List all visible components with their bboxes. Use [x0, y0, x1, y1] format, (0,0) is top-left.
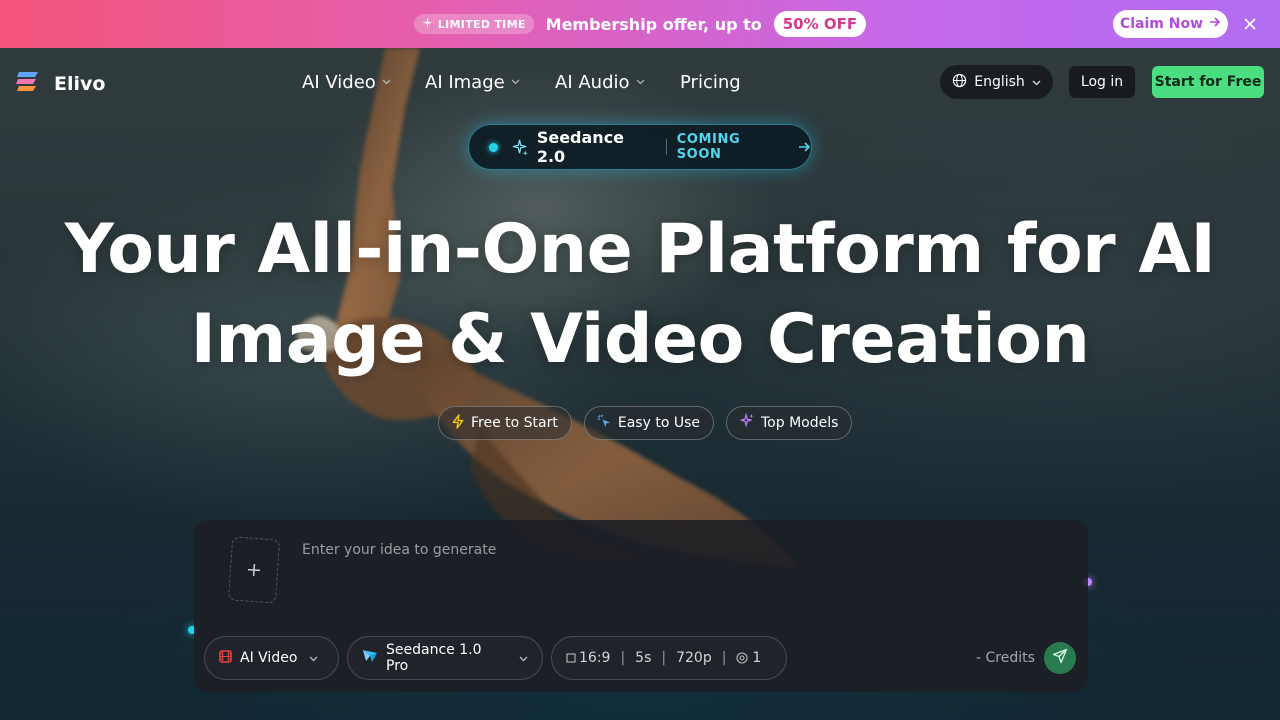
- resolution-value: 720p: [676, 650, 712, 666]
- promo-text: Membership offer, up to: [545, 14, 762, 34]
- film-icon: [219, 649, 232, 667]
- chevron-down-icon: [382, 77, 391, 88]
- close-icon[interactable]: [1240, 14, 1260, 34]
- sparkle-icon: [421, 17, 433, 31]
- announcement-pill[interactable]: Seedance 2.0 COMING SOON: [468, 124, 812, 170]
- start-for-free-button[interactable]: Start for Free: [1152, 66, 1264, 98]
- nav-item-label: AI Image: [425, 71, 505, 93]
- divider: [665, 139, 667, 155]
- send-button[interactable]: [1044, 642, 1076, 674]
- model-label: Seedance 1.0 Pro: [386, 642, 482, 674]
- promo-tag: LIMITED TIME: [413, 14, 534, 34]
- main-nav: AI Video AI Image AI Audio Pricing: [302, 70, 741, 94]
- chevron-down-icon: [519, 650, 528, 666]
- credits-label: - Credits: [976, 650, 1035, 666]
- count-value: 1: [752, 650, 762, 666]
- brand-logo[interactable]: Elivo: [16, 70, 105, 98]
- status-dot: [489, 142, 498, 152]
- globe-icon: [952, 73, 967, 92]
- mode-select[interactable]: AI Video: [204, 636, 339, 680]
- promo-tag-label: LIMITED TIME: [437, 17, 526, 31]
- nav-item-ai-video[interactable]: AI Video: [302, 70, 425, 94]
- nav-item-pricing[interactable]: Pricing: [680, 70, 741, 94]
- nav-item-ai-audio[interactable]: AI Audio: [555, 70, 680, 94]
- separator: |: [661, 650, 667, 666]
- model-select[interactable]: Seedance 1.0 Pro: [347, 636, 543, 680]
- chevron-down-icon: [511, 77, 520, 88]
- chevron-down-icon: [1032, 74, 1041, 90]
- chip-label: Free to Start: [471, 415, 558, 431]
- language-label: English: [974, 74, 1025, 90]
- login-button[interactable]: Log in: [1069, 66, 1135, 98]
- promo-discount-badge: 50% OFF: [773, 11, 867, 37]
- claim-now-label: Claim Now: [1119, 16, 1204, 32]
- plus-icon: [246, 557, 262, 583]
- duration-value: 5s: [635, 650, 652, 666]
- aspect-ratio-icon: [566, 653, 576, 663]
- arrow-right-icon: [1209, 16, 1221, 32]
- chip-label: Top Models: [761, 415, 839, 431]
- language-select[interactable]: English: [940, 65, 1053, 99]
- claim-now-button[interactable]: Claim Now: [1113, 10, 1228, 38]
- brand-name: Elivo: [54, 73, 106, 95]
- model-logo-icon: [362, 649, 378, 667]
- nav-item-ai-image[interactable]: AI Image: [425, 70, 555, 94]
- chip-label: Easy to Use: [617, 415, 700, 431]
- lightning-icon: [451, 413, 465, 433]
- hero-headline: Your All-in-One Platform for AI Image & …: [0, 205, 1280, 385]
- sparkles-icon: [739, 412, 755, 433]
- count-icon: [736, 652, 748, 664]
- generation-settings[interactable]: 16:9 | 5s | 720p | 1: [551, 636, 787, 680]
- nav-item-label: AI Audio: [555, 71, 630, 93]
- prompt-input[interactable]: [302, 538, 1002, 562]
- feature-chips: Free to Start Easy to Use Top Models: [438, 406, 853, 440]
- headline-line-2: Image & Video Creation: [190, 300, 1090, 379]
- prompt-panel: AI Video Seedance 1.0 Pro 16:9 | 5s | 72…: [194, 520, 1088, 692]
- announcement-status: COMING SOON: [676, 132, 741, 162]
- send-icon: [1052, 648, 1068, 668]
- cursor-click-icon: [597, 414, 612, 433]
- headline-line-1: Your All-in-One Platform for AI: [64, 210, 1216, 289]
- chip-easy-to-use: Easy to Use: [583, 406, 714, 440]
- nav-item-label: Pricing: [680, 71, 741, 93]
- announcement-title: Seedance 2.0: [536, 128, 625, 166]
- aspect-ratio-value: 16:9: [579, 650, 611, 666]
- chip-free-to-start: Free to Start: [438, 406, 572, 440]
- upload-image-button[interactable]: [227, 536, 281, 604]
- separator: |: [620, 650, 626, 666]
- nav-item-label: AI Video: [302, 71, 376, 93]
- mode-label: AI Video: [240, 650, 298, 666]
- promo-banner: LIMITED TIME Membership offer, up to 50%…: [0, 0, 1280, 48]
- sparkles-icon: [512, 139, 529, 156]
- chevron-down-icon: [309, 650, 318, 666]
- arrow-right-icon: [798, 141, 811, 153]
- logo-icon: [16, 70, 42, 98]
- chip-top-models: Top Models: [726, 406, 853, 440]
- chevron-down-icon: [636, 77, 645, 88]
- separator: |: [721, 650, 727, 666]
